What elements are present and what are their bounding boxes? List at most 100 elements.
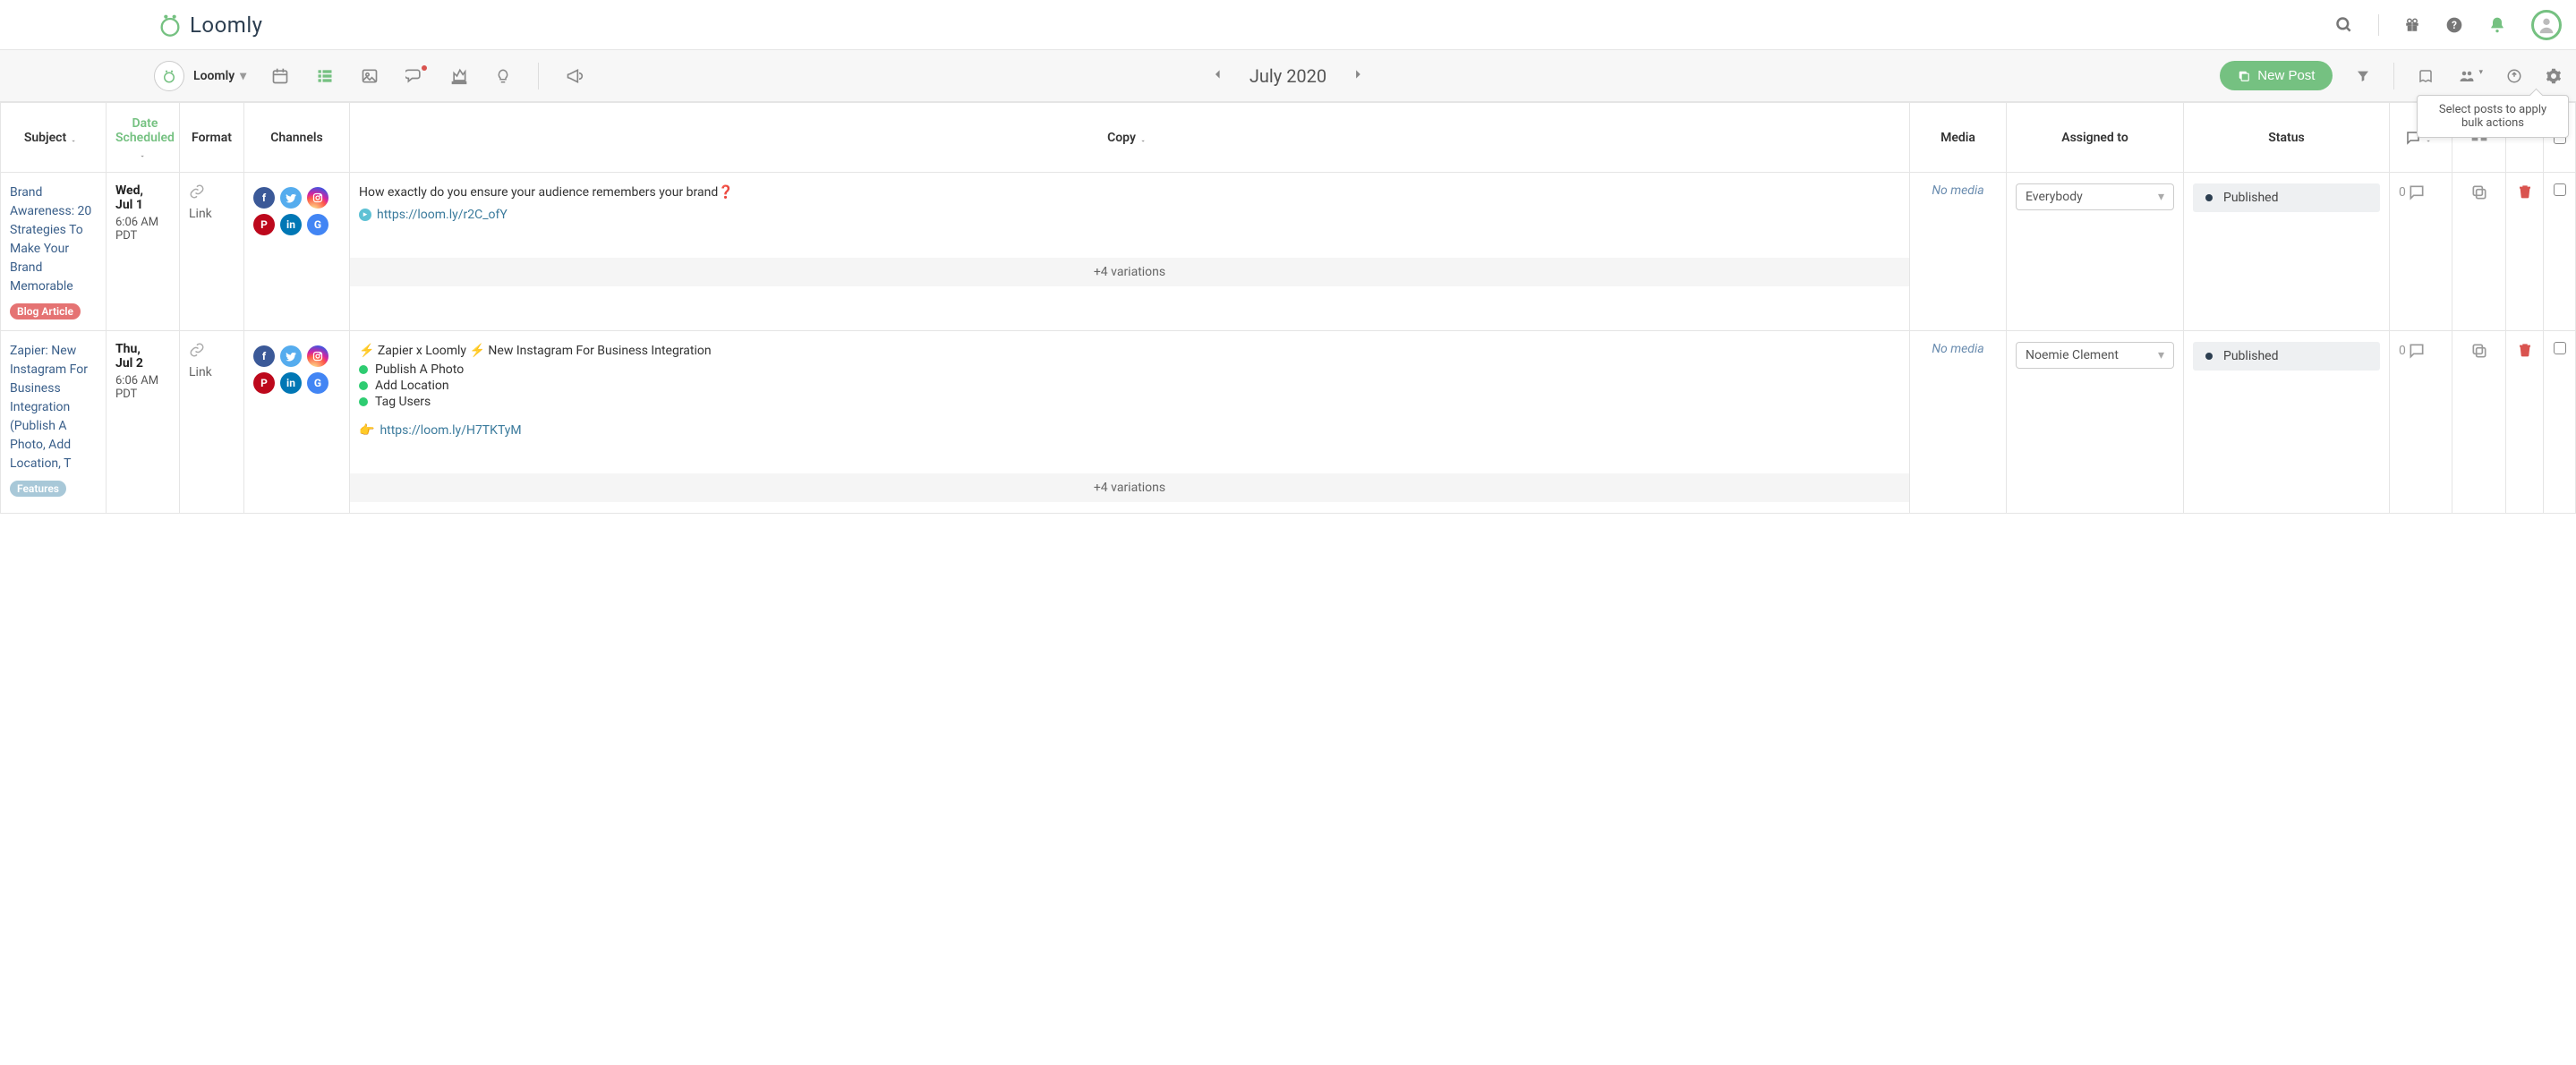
format-label: Link — [189, 207, 235, 221]
caret-down-icon: ▾ — [240, 69, 246, 83]
brand[interactable]: Loomly — [158, 13, 263, 38]
list-view-icon[interactable] — [316, 67, 334, 85]
export-icon[interactable] — [2506, 68, 2522, 84]
twitter-icon[interactable] — [280, 187, 302, 209]
sort-icon — [70, 132, 82, 144]
right-tools: New Post ▾ — [2220, 61, 2562, 90]
linkedin-icon[interactable]: in — [280, 372, 302, 394]
link-badge-icon: ▸ — [359, 209, 371, 221]
top-right: ? — [2335, 10, 2562, 40]
next-month-button[interactable] — [1352, 66, 1364, 86]
library-icon[interactable] — [2418, 68, 2434, 84]
divider — [538, 63, 539, 89]
top-bar: Loomly ? — [0, 0, 2576, 50]
media-view-icon[interactable] — [361, 67, 379, 85]
filter-icon[interactable] — [2356, 69, 2370, 83]
date-dow: Thu, — [115, 342, 170, 356]
copy-text: How exactly do you ensure your audience … — [359, 183, 1900, 202]
linkedin-icon[interactable]: in — [280, 214, 302, 235]
calendar-selector[interactable]: Loomly ▾ — [193, 69, 246, 83]
calendar-view-icon[interactable] — [271, 67, 289, 85]
facebook-icon[interactable]: f — [253, 345, 275, 367]
comment-icon — [2408, 342, 2426, 360]
google-icon[interactable]: G — [307, 372, 328, 394]
gift-icon[interactable] — [2404, 17, 2420, 33]
calendar-badge-icon[interactable] — [154, 61, 184, 91]
link-icon — [189, 183, 235, 203]
date-md: Jul 1 — [115, 198, 170, 212]
help-icon[interactable]: ? — [2445, 16, 2463, 34]
analytics-icon[interactable] — [450, 67, 468, 85]
col-status: Status — [2184, 103, 2390, 173]
col-channels: Channels — [244, 103, 350, 173]
media-label: No media — [1932, 342, 1983, 356]
collaborators-icon[interactable]: ▾ — [2457, 68, 2483, 84]
assigned-select[interactable]: Everybody▾ — [2016, 183, 2174, 210]
date-time: 6:06 AM PDT — [115, 216, 170, 243]
copy-bullet: Add Location — [359, 379, 1900, 393]
sort-icon — [1139, 132, 1152, 144]
month-label: July 2020 — [1250, 65, 1326, 87]
status-badge: Published — [2193, 183, 2380, 212]
interactions-icon[interactable] — [405, 67, 423, 85]
instagram-icon[interactable] — [307, 345, 328, 367]
comments-count[interactable]: 0 — [2399, 183, 2443, 201]
month-navigation: July 2020 — [1212, 65, 1364, 87]
pinterest-icon[interactable]: P — [253, 214, 275, 235]
copy-link[interactable]: ▸https://loom.ly/r2C_ofY — [359, 208, 1900, 222]
calendar-selector-label: Loomly — [193, 69, 235, 83]
brand-name: Loomly — [190, 13, 263, 38]
prev-month-button[interactable] — [1212, 66, 1224, 86]
post-icon — [2238, 70, 2250, 82]
sort-icon — [139, 147, 151, 159]
toolbar: Loomly ▾ July 2020 New Post ▾ Select pos… — [0, 50, 2576, 102]
copy-link[interactable]: 👉 https://loom.ly/H7TKTyM — [359, 423, 1900, 438]
col-subject[interactable]: Subject — [1, 103, 107, 173]
view-icons — [271, 63, 584, 89]
copy-bullet: Tag Users — [359, 395, 1900, 409]
col-copy[interactable]: Copy — [350, 103, 1910, 173]
status-badge: Published — [2193, 342, 2380, 371]
facebook-icon[interactable]: f — [253, 187, 275, 209]
posts-table: Subject Date Scheduled Format Channels C… — [0, 102, 2576, 514]
twitter-icon[interactable] — [280, 345, 302, 367]
google-icon[interactable]: G — [307, 214, 328, 235]
svg-text:?: ? — [2452, 19, 2457, 31]
subject-tag: Features — [10, 481, 66, 497]
copy-bullet: Publish A Photo — [359, 362, 1900, 377]
subject-link[interactable]: Zapier: New Instagram For Business Integ… — [10, 342, 97, 473]
date-time: 6:06 AM PDT — [115, 374, 170, 401]
comment-icon — [2408, 183, 2426, 201]
subject-tag: Blog Article — [10, 303, 81, 320]
table-row: Zapier: New Instagram For Business Integ… — [1, 331, 2576, 514]
col-media: Media — [1910, 103, 2007, 173]
subject-link[interactable]: Brand Awareness: 20 Strategies To Make Y… — [10, 183, 97, 296]
date-dow: Wed, — [115, 183, 170, 198]
assigned-select[interactable]: Noemie Clement▾ — [2016, 342, 2174, 369]
bell-icon[interactable] — [2488, 16, 2506, 34]
delete-icon[interactable] — [2518, 347, 2532, 362]
instagram-icon[interactable] — [307, 187, 328, 209]
row-checkbox[interactable] — [2554, 183, 2566, 196]
duplicate-icon[interactable] — [2470, 191, 2488, 205]
pinterest-icon[interactable]: P — [253, 372, 275, 394]
link-icon — [189, 342, 235, 362]
ideas-icon[interactable] — [495, 67, 511, 85]
comments-count[interactable]: 0 — [2399, 342, 2443, 360]
settings-icon[interactable] — [2546, 68, 2562, 84]
col-date[interactable]: Date Scheduled — [107, 103, 180, 173]
delete-icon[interactable] — [2518, 189, 2532, 203]
search-icon[interactable] — [2335, 16, 2353, 34]
channels: f P in G — [253, 342, 340, 394]
megaphone-icon[interactable] — [566, 67, 584, 85]
col-format: Format — [180, 103, 244, 173]
bulk-actions-tooltip: Select posts to apply bulk actions — [2417, 95, 2569, 138]
duplicate-icon[interactable] — [2470, 349, 2488, 363]
variations-button[interactable]: +4 variations — [350, 473, 1909, 502]
new-post-button[interactable]: New Post — [2220, 61, 2333, 90]
channels: f P in G — [253, 183, 340, 235]
avatar[interactable] — [2531, 10, 2562, 40]
row-checkbox[interactable] — [2554, 342, 2566, 354]
media-label: No media — [1932, 183, 1983, 198]
variations-button[interactable]: +4 variations — [350, 258, 1909, 286]
